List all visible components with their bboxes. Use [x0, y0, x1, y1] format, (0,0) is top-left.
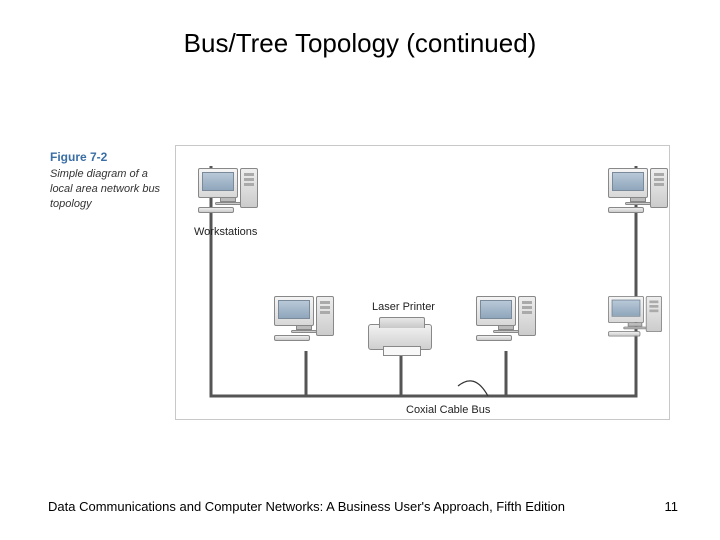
- monitor-icon: [608, 168, 648, 198]
- tower-icon: [240, 168, 258, 208]
- coaxial-bus-line: [211, 166, 636, 396]
- keyboard-icon: [274, 335, 310, 341]
- topology-diagram: Workstations Laser Printer Coxial Cable …: [175, 145, 670, 420]
- tower-icon: [316, 296, 334, 336]
- keyboard-icon: [608, 207, 644, 213]
- footer-citation: Data Communications and Computer Network…: [48, 499, 565, 514]
- figure-label-block: Figure 7-2 Simple diagram of a local are…: [50, 150, 165, 212]
- keyboard-icon: [476, 335, 512, 341]
- monitor-icon: [274, 296, 314, 326]
- figure-number: Figure 7-2: [50, 150, 165, 164]
- tower-icon: [518, 296, 536, 336]
- workstation-icon: [608, 168, 668, 213]
- tower-icon: [650, 168, 668, 208]
- callout-line: [458, 381, 488, 396]
- workstation-icon: [198, 168, 258, 213]
- tower-icon: [646, 296, 662, 332]
- figure-caption: Simple diagram of a local area network b…: [50, 167, 165, 212]
- monitor-icon: [476, 296, 516, 326]
- workstation-icon: [476, 296, 536, 341]
- slide-title: Bus/Tree Topology (continued): [0, 28, 720, 59]
- keyboard-icon: [198, 207, 234, 213]
- printer-icon: [368, 324, 438, 350]
- keyboard-icon: [608, 331, 640, 336]
- page-number: 11: [665, 499, 679, 514]
- monitor-icon: [198, 168, 238, 198]
- coaxial-cable-bus-label: Coxial Cable Bus: [406, 404, 490, 416]
- laser-printer-label: Laser Printer: [372, 301, 435, 313]
- monitor-icon: [608, 296, 644, 323]
- workstations-label: Workstations: [194, 226, 257, 238]
- workstation-icon: [608, 296, 662, 337]
- workstation-icon: [274, 296, 334, 341]
